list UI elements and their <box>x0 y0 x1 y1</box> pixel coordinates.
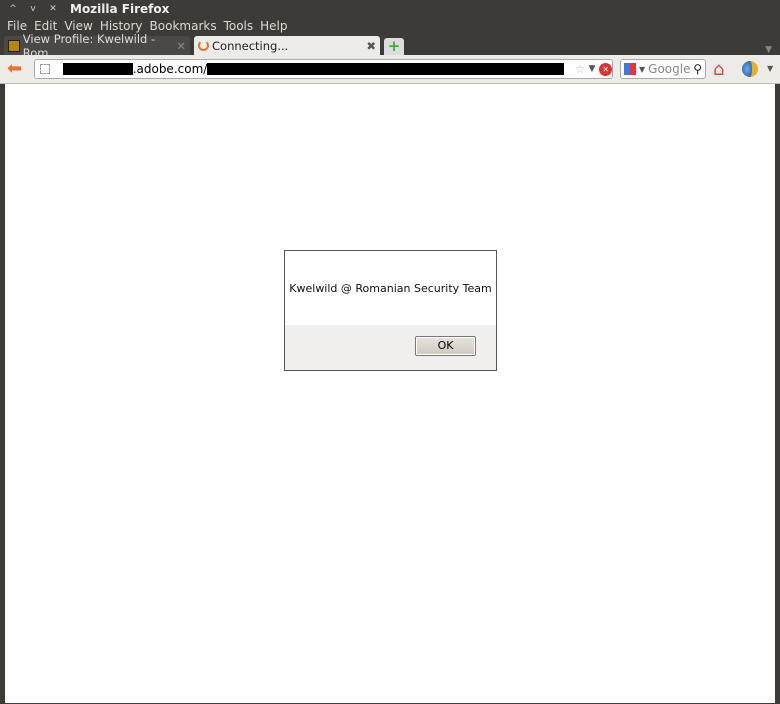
maximize-button[interactable]: v <box>26 2 40 16</box>
window-title: Mozilla Firefox <box>70 1 170 16</box>
stop-icon[interactable]: ✕ <box>599 62 612 76</box>
alert-message-area: Kwelwild @ Romanian Security Team <box>285 251 496 325</box>
close-tab-icon[interactable]: ✖ <box>366 39 376 53</box>
search-placeholder: Google <box>648 62 691 76</box>
close-tab-icon[interactable]: ✕ <box>176 39 186 53</box>
url-text: .adobe.com/ <box>132 62 208 76</box>
toolbar-chevron-icon[interactable]: ▼ <box>767 64 773 73</box>
site-identity-icon[interactable] <box>40 64 50 74</box>
tab-bar: View Profile: Kwelwild - Rom... ✕ Connec… <box>0 32 780 60</box>
google-engine-icon[interactable] <box>624 63 636 75</box>
title-bar: ^ v ✕ Mozilla Firefox <box>0 0 780 17</box>
menu-tools[interactable]: Tools <box>224 19 254 33</box>
favicon-icon <box>8 39 20 52</box>
minimize-button[interactable]: ^ <box>6 2 20 16</box>
back-arrow-icon[interactable]: ⬅ <box>7 60 22 78</box>
bookmark-star-icon[interactable]: ☆ <box>575 62 586 76</box>
ok-button[interactable]: OK <box>415 336 476 356</box>
history-dropdown-icon[interactable]: ▼ <box>588 64 595 74</box>
close-window-button[interactable]: ✕ <box>46 2 60 16</box>
search-box[interactable]: ▼ Google ⚲ <box>620 59 706 79</box>
new-tab-button[interactable]: + <box>384 38 404 55</box>
tab-label: Connecting... <box>212 38 289 53</box>
page-content <box>5 84 775 703</box>
search-magnifier-icon[interactable]: ⚲ <box>693 62 702 76</box>
tab-connecting[interactable]: Connecting... ✖ <box>194 36 380 55</box>
engine-dropdown-icon[interactable]: ▼ <box>639 65 645 74</box>
menu-help[interactable]: Help <box>260 19 287 33</box>
navigation-toolbar: ⬅ .adobe.com/ ☆ ▼ ✕ ▼ Google ⚲ ⌂ ▼ <box>0 55 780 84</box>
redacted-text <box>62 63 133 75</box>
tab-view-profile[interactable]: View Profile: Kwelwild - Rom... ✕ <box>4 32 190 60</box>
redacted-text <box>207 63 564 75</box>
tab-list-chevron-icon[interactable]: ▼ <box>765 45 772 55</box>
alert-dialog: Kwelwild @ Romanian Security Team OK <box>284 250 497 371</box>
globe-folder-icon[interactable] <box>742 61 758 77</box>
home-icon[interactable]: ⌂ <box>713 59 724 80</box>
alert-message: Kwelwild @ Romanian Security Team <box>289 281 492 295</box>
url-bar[interactable]: .adobe.com/ ☆ ▼ ✕ <box>34 59 613 79</box>
loading-spinner-icon <box>198 40 209 51</box>
